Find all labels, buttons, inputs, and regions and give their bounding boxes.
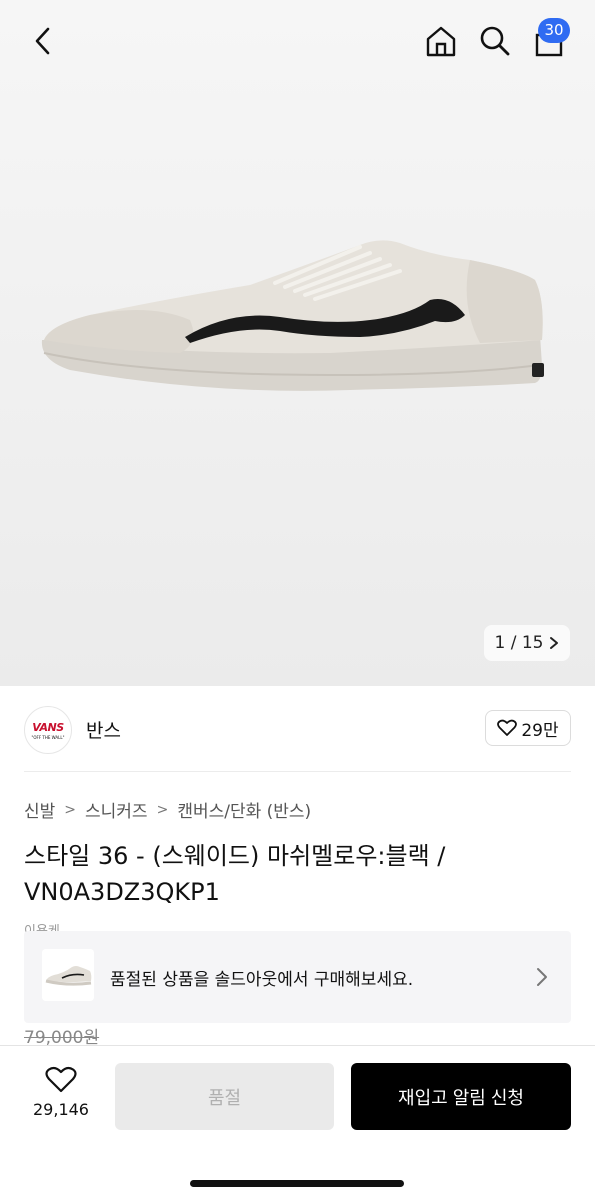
search-icon [480, 26, 510, 56]
heart-icon [497, 719, 518, 736]
brand-name[interactable]: 반스 [86, 716, 121, 743]
brand-row: VANS "OFF THE WALL" 반스 29만 [0, 686, 595, 772]
brand-like-count: 29만 [521, 720, 559, 741]
wishlist-button[interactable]: 29,146 [26, 1066, 96, 1130]
product-image-gallery[interactable]: 30 1 / 15 [0, 0, 595, 686]
home-button[interactable] [418, 18, 464, 64]
top-navigation-bar: 30 [0, 0, 595, 80]
restock-alert-button[interactable]: 재입고 알림 신청 [351, 1063, 571, 1130]
heart-icon [45, 1066, 77, 1093]
chevron-left-icon [35, 27, 50, 55]
image-counter-label: 1 / 15 [494, 633, 544, 653]
wishlist-count: 29,146 [33, 1100, 89, 1119]
chevron-right-icon: > [156, 801, 169, 818]
chevron-right-icon [537, 968, 547, 986]
chevron-right-icon [550, 637, 559, 649]
breadcrumb: 신발 > 스니커즈 > 캔버스/단화 (반스) [24, 797, 311, 823]
breadcrumb-item[interactable]: 캔버스/단화 (반스) [177, 797, 311, 822]
home-indicator [190, 1180, 404, 1187]
brand-logo-text: VANS [32, 720, 64, 734]
cart-count-badge: 30 [538, 18, 570, 43]
divider [24, 771, 571, 772]
soldout-button[interactable]: 품절 [115, 1063, 334, 1130]
back-button[interactable] [22, 20, 64, 62]
soldout-notice: 품절된 상품을 솔드아웃에서 구매해보세요. [110, 970, 414, 990]
soldout-link-card[interactable]: 품절된 상품을 솔드아웃에서 구매해보세요. [24, 931, 571, 1023]
breadcrumb-item[interactable]: 스니커즈 [85, 797, 148, 822]
breadcrumb-item[interactable]: 신발 [24, 797, 55, 822]
home-icon [426, 26, 456, 57]
brand-logo[interactable]: VANS "OFF THE WALL" [24, 706, 72, 754]
image-counter[interactable]: 1 / 15 [484, 625, 570, 661]
product-thumbnail [42, 949, 94, 1001]
chevron-right-icon: > [64, 801, 77, 818]
search-button[interactable] [472, 18, 518, 64]
brand-logo-tagline: "OFF THE WALL" [31, 734, 65, 740]
product-image [41, 240, 544, 391]
product-title: 스타일 36 - (스웨이드) 마쉬멜로우:블랙 / VN0A3DZ3QKP1 [24, 842, 446, 906]
brand-like-button[interactable]: 29만 [485, 710, 571, 746]
